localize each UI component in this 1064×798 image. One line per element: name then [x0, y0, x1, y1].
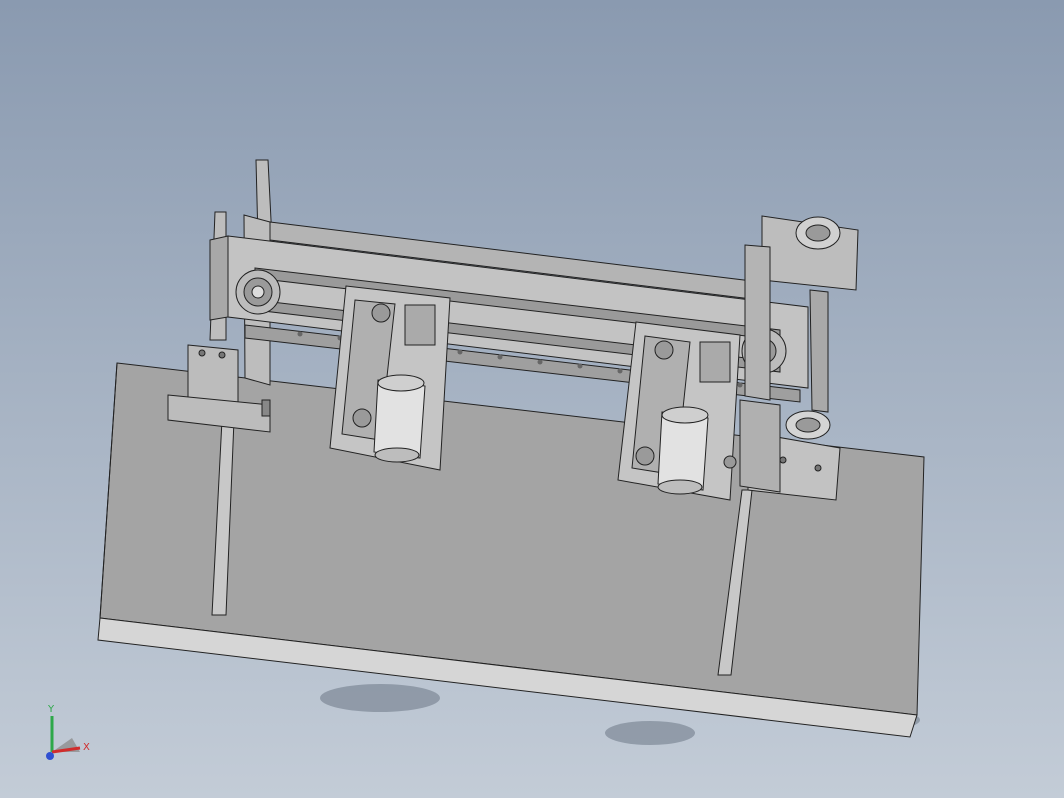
triad-y-label: Y: [47, 704, 55, 715]
triad-z-axis: [46, 752, 54, 760]
coordinate-triad[interactable]: Y X: [46, 704, 90, 760]
right-cylinder-motor[interactable]: [657, 406, 709, 495]
cad-viewport[interactable]: Y X: [0, 0, 1064, 798]
model-canvas[interactable]: Y X: [0, 0, 1064, 798]
left-cylinder-motor[interactable]: [373, 374, 426, 463]
left-pulley[interactable]: [235, 269, 281, 315]
triad-x-label: X: [83, 742, 90, 753]
drive-belt-pulley[interactable]: [785, 410, 831, 440]
